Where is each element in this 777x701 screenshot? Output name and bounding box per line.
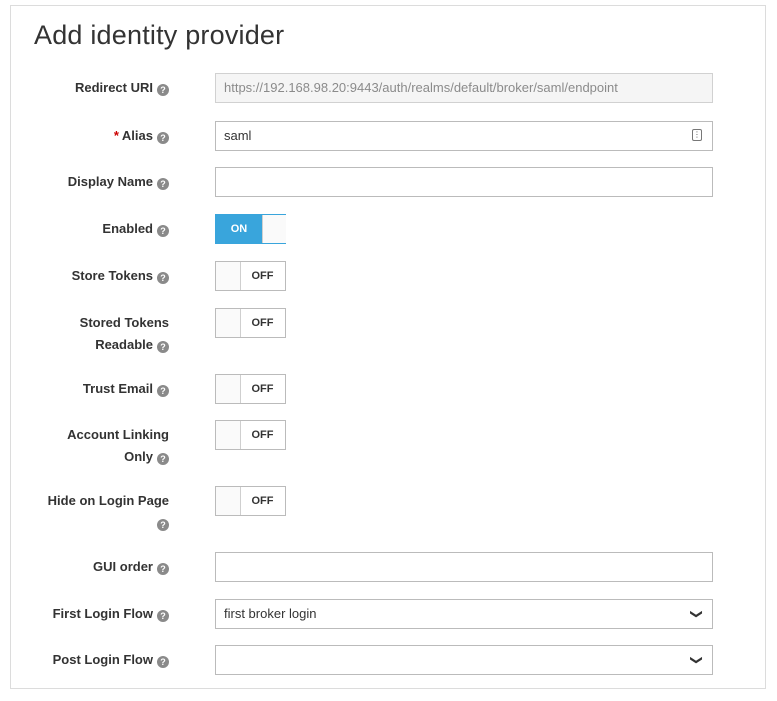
help-icon[interactable]: ? xyxy=(157,563,169,575)
chevron-down-icon[interactable]: ❯ xyxy=(683,609,711,619)
display-name-label: Display Name? xyxy=(19,171,169,193)
toggle-state: OFF xyxy=(251,495,274,507)
keypad-icon[interactable]: ⋮ xyxy=(692,129,702,141)
account-linking-only-label: Account Linking Only? xyxy=(67,427,169,465)
page-title: Add identity provider xyxy=(34,20,285,50)
help-icon[interactable]: ? xyxy=(157,84,169,96)
help-icon[interactable]: ? xyxy=(157,453,169,465)
toggle-state: OFF xyxy=(251,270,274,282)
gui-order-label: GUI order? xyxy=(19,556,169,578)
gui-order-input[interactable] xyxy=(215,552,713,582)
help-icon[interactable]: ? xyxy=(157,341,169,353)
alias-label: * Alias? xyxy=(19,125,169,147)
stored-tokens-readable-label: Stored Tokens Readable? xyxy=(79,315,169,353)
hide-on-login-page-label: Hide on Login Page ? xyxy=(47,493,169,531)
toggle-knob xyxy=(262,215,286,243)
trust-email-toggle[interactable]: OFF xyxy=(215,374,286,404)
toggle-state: OFF xyxy=(251,383,274,395)
alias-input[interactable]: saml ⋮ xyxy=(215,121,713,151)
redirect-uri-field[interactable]: https://192.168.98.20:9443/auth/realms/d… xyxy=(215,73,713,103)
display-name-input[interactable] xyxy=(215,167,713,197)
toggle-state: ON xyxy=(216,215,262,243)
chevron-down-icon[interactable]: ❯ xyxy=(683,655,711,665)
help-icon[interactable]: ? xyxy=(157,132,169,144)
first-login-flow-label: First Login Flow? xyxy=(19,603,169,625)
help-icon[interactable]: ? xyxy=(157,610,169,622)
add-identity-provider-panel: Add identity provider Redirect URI? http… xyxy=(10,5,766,689)
account-linking-only-toggle[interactable]: OFF xyxy=(215,420,286,450)
enabled-label: Enabled? xyxy=(19,218,169,240)
hide-on-login-page-toggle[interactable]: OFF xyxy=(215,486,286,516)
post-login-flow-label: Post Login Flow? xyxy=(19,649,169,671)
toggle-knob xyxy=(216,487,241,515)
help-icon[interactable]: ? xyxy=(157,272,169,284)
post-login-flow-select[interactable]: ❯ xyxy=(215,645,713,675)
help-icon[interactable]: ? xyxy=(157,225,169,237)
help-icon[interactable]: ? xyxy=(157,519,169,531)
help-icon[interactable]: ? xyxy=(157,385,169,397)
required-marker: * xyxy=(113,128,119,143)
toggle-knob xyxy=(216,375,241,403)
toggle-knob xyxy=(216,421,241,449)
toggle-knob xyxy=(216,309,241,337)
stored-tokens-readable-toggle[interactable]: OFF xyxy=(215,308,286,338)
toggle-state: OFF xyxy=(251,317,274,329)
redirect-uri-label: Redirect URI? xyxy=(19,77,169,99)
store-tokens-label: Store Tokens? xyxy=(19,265,169,287)
toggle-knob xyxy=(216,262,241,290)
help-icon[interactable]: ? xyxy=(157,656,169,668)
toggle-state: OFF xyxy=(251,429,274,441)
store-tokens-toggle[interactable]: OFF xyxy=(215,261,286,291)
first-login-flow-select[interactable]: first broker login ❯ xyxy=(215,599,713,629)
enabled-toggle[interactable]: ON xyxy=(215,214,286,244)
trust-email-label: Trust Email? xyxy=(19,378,169,400)
help-icon[interactable]: ? xyxy=(157,178,169,190)
